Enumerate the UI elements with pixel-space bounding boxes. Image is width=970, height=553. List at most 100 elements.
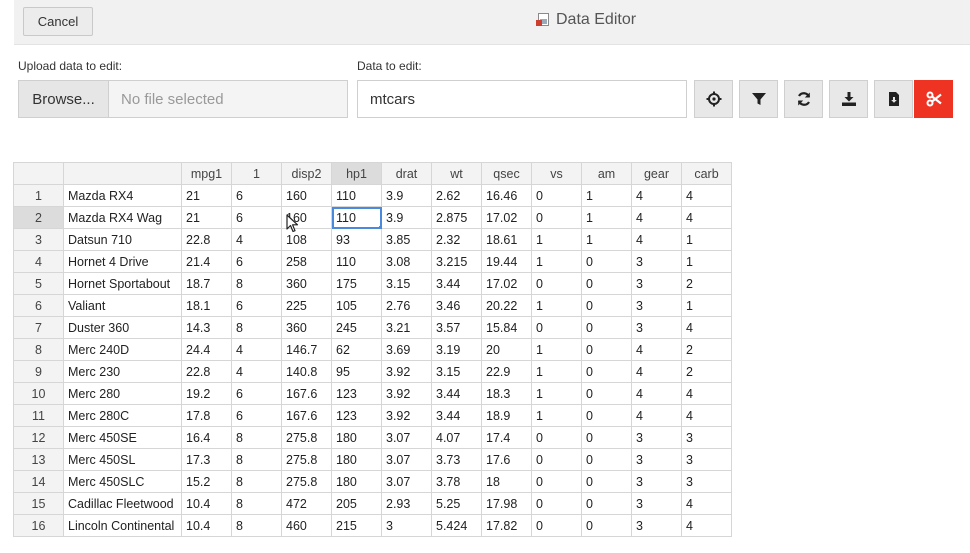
table-cell[interactable]: 18.9	[481, 404, 532, 427]
table-cell[interactable]: 17.6	[481, 448, 532, 471]
table-cell[interactable]: 0	[581, 338, 632, 361]
row-header[interactable]: 7	[13, 316, 64, 339]
table-cell[interactable]: 4	[231, 360, 282, 383]
table-cell[interactable]: 0	[581, 470, 632, 493]
table-cell[interactable]: 160	[281, 206, 332, 229]
table-cell[interactable]: 17.02	[481, 206, 532, 229]
table-cell[interactable]: 167.6	[281, 404, 332, 427]
row-header[interactable]: 12	[13, 426, 64, 449]
table-cell[interactable]: 14.3	[181, 316, 232, 339]
table-cell[interactable]: 0	[531, 492, 582, 515]
column-header[interactable]: qsec	[481, 162, 532, 185]
table-cell[interactable]: Hornet 4 Drive	[63, 250, 182, 273]
table-cell[interactable]: 258	[281, 250, 332, 273]
table-cell[interactable]: 3	[631, 316, 682, 339]
table-cell[interactable]: 3.69	[381, 338, 432, 361]
table-cell[interactable]: 4	[231, 228, 282, 251]
table-cell[interactable]: 17.02	[481, 272, 532, 295]
table-cell[interactable]: 0	[531, 426, 582, 449]
table-cell[interactable]: 3.19	[431, 338, 482, 361]
table-cell[interactable]: 62	[331, 338, 382, 361]
table-cell[interactable]: Mazda RX4 Wag	[63, 206, 182, 229]
file-input[interactable]: No file selected	[108, 80, 348, 118]
table-cell[interactable]: 8	[231, 492, 282, 515]
table-cell[interactable]: 17.8	[181, 404, 232, 427]
table-cell[interactable]: 360	[281, 316, 332, 339]
table-cell[interactable]: 275.8	[281, 426, 332, 449]
crosshair-button[interactable]	[694, 80, 733, 118]
table-cell[interactable]: 3	[631, 470, 682, 493]
table-cell[interactable]: 4	[681, 514, 732, 537]
table-cell[interactable]: 472	[281, 492, 332, 515]
table-cell[interactable]: 1	[531, 404, 582, 427]
table-cell[interactable]: 8	[231, 426, 282, 449]
table-cell[interactable]: 1	[531, 228, 582, 251]
row-header[interactable]: 6	[13, 294, 64, 317]
table-cell[interactable]: 22.9	[481, 360, 532, 383]
table-cell[interactable]: 3.9	[381, 206, 432, 229]
table-cell[interactable]: 2	[681, 272, 732, 295]
table-cell[interactable]: 460	[281, 514, 332, 537]
row-header[interactable]: 4	[13, 250, 64, 273]
table-cell[interactable]: Merc 450SL	[63, 448, 182, 471]
table-cell[interactable]: 21	[181, 184, 232, 207]
table-cell[interactable]: 275.8	[281, 448, 332, 471]
table-cell[interactable]: 8	[231, 448, 282, 471]
table-cell[interactable]: 1	[531, 250, 582, 273]
table-cell[interactable]: 1	[531, 382, 582, 405]
row-header[interactable]: 2	[13, 206, 64, 229]
table-cell[interactable]: 3	[631, 272, 682, 295]
table-cell[interactable]: 0	[581, 294, 632, 317]
download-button[interactable]	[829, 80, 868, 118]
table-cell[interactable]: 22.8	[181, 360, 232, 383]
table-cell[interactable]: 3.85	[381, 228, 432, 251]
table-cell[interactable]: 6	[231, 382, 282, 405]
table-cell[interactable]: 3.215	[431, 250, 482, 273]
table-cell[interactable]: 3	[631, 448, 682, 471]
table-cell[interactable]: 2	[681, 360, 732, 383]
table-cell[interactable]: 4	[681, 184, 732, 207]
table-cell[interactable]: 15.84	[481, 316, 532, 339]
table-cell[interactable]: 3	[681, 426, 732, 449]
grid-corner[interactable]	[13, 162, 64, 185]
row-header[interactable]: 8	[13, 338, 64, 361]
table-cell[interactable]: Merc 450SLC	[63, 470, 182, 493]
table-cell[interactable]: 5.424	[431, 514, 482, 537]
table-cell[interactable]: 0	[531, 184, 582, 207]
row-header[interactable]: 13	[13, 448, 64, 471]
table-cell[interactable]: 3.44	[431, 272, 482, 295]
cancel-button[interactable]: Cancel	[23, 7, 93, 36]
table-cell[interactable]: 3	[631, 492, 682, 515]
table-cell[interactable]: 17.98	[481, 492, 532, 515]
table-cell[interactable]: 3.07	[381, 448, 432, 471]
table-cell[interactable]: 16.46	[481, 184, 532, 207]
table-cell[interactable]: 146.7	[281, 338, 332, 361]
table-cell[interactable]: 8	[231, 272, 282, 295]
cut-button[interactable]	[914, 80, 953, 118]
row-header[interactable]: 16	[13, 514, 64, 537]
table-cell[interactable]: 21	[181, 206, 232, 229]
table-cell[interactable]: Merc 280C	[63, 404, 182, 427]
table-cell[interactable]: 3.44	[431, 382, 482, 405]
table-cell[interactable]: 8	[231, 316, 282, 339]
table-cell[interactable]: 3.21	[381, 316, 432, 339]
column-header[interactable]: hp1	[331, 162, 382, 185]
row-header[interactable]: 14	[13, 470, 64, 493]
table-cell[interactable]: 1	[681, 228, 732, 251]
table-cell[interactable]: 2.875	[431, 206, 482, 229]
table-cell[interactable]: 6	[231, 184, 282, 207]
table-cell[interactable]: Hornet Sportabout	[63, 272, 182, 295]
table-cell[interactable]: 6	[231, 404, 282, 427]
column-header[interactable]: carb	[681, 162, 732, 185]
row-header[interactable]: 10	[13, 382, 64, 405]
table-cell[interactable]: Mazda RX4	[63, 184, 182, 207]
file-download-button[interactable]	[874, 80, 913, 118]
table-cell[interactable]: 105	[331, 294, 382, 317]
table-cell[interactable]: 3.07	[381, 426, 432, 449]
filter-button[interactable]	[739, 80, 778, 118]
table-cell[interactable]: 4	[681, 492, 732, 515]
table-cell[interactable]: 3.15	[431, 360, 482, 383]
table-cell[interactable]: 4	[681, 404, 732, 427]
table-cell[interactable]: 3	[631, 514, 682, 537]
table-cell[interactable]: 10.4	[181, 514, 232, 537]
